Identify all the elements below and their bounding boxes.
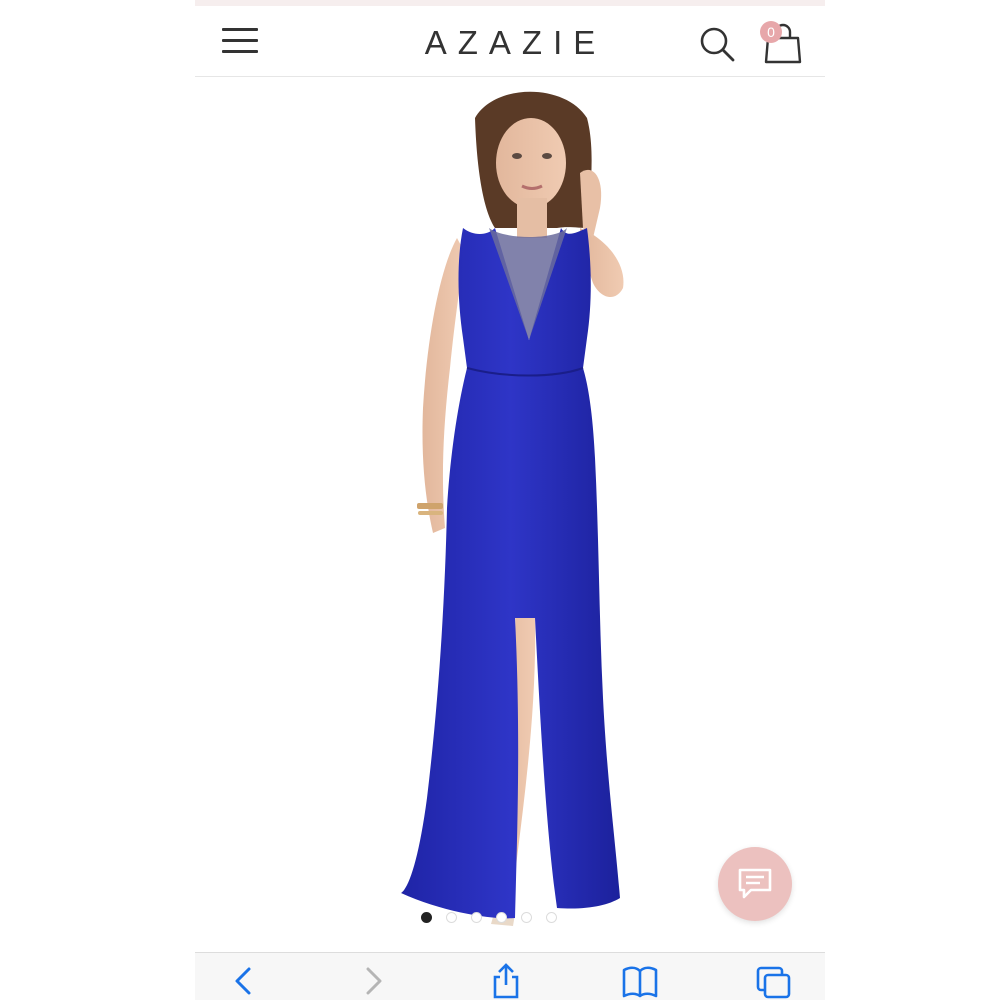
gallery-dot[interactable] bbox=[446, 912, 457, 923]
product-image[interactable] bbox=[195, 78, 825, 948]
chat-bubble-icon bbox=[738, 868, 772, 899]
share-icon[interactable] bbox=[491, 963, 521, 999]
gallery-dot[interactable] bbox=[521, 912, 532, 923]
phone-screen: AZAZIE 0 bbox=[195, 0, 825, 1000]
gallery-dot[interactable] bbox=[471, 912, 482, 923]
forward-icon[interactable] bbox=[363, 965, 385, 997]
gallery-dot[interactable] bbox=[546, 912, 557, 923]
tabs-icon[interactable] bbox=[755, 965, 793, 1000]
bookmarks-icon[interactable] bbox=[621, 965, 659, 999]
browser-toolbar bbox=[195, 952, 825, 1000]
top-strip bbox=[195, 0, 825, 6]
gallery-dot[interactable] bbox=[496, 912, 507, 923]
gallery-dots bbox=[421, 912, 557, 924]
back-icon[interactable] bbox=[231, 965, 253, 997]
site-header: AZAZIE 0 bbox=[195, 8, 825, 77]
search-icon[interactable] bbox=[697, 24, 737, 64]
cart-count-badge: 0 bbox=[760, 21, 782, 43]
gallery-dot[interactable] bbox=[421, 912, 432, 923]
chat-button[interactable] bbox=[718, 847, 792, 921]
